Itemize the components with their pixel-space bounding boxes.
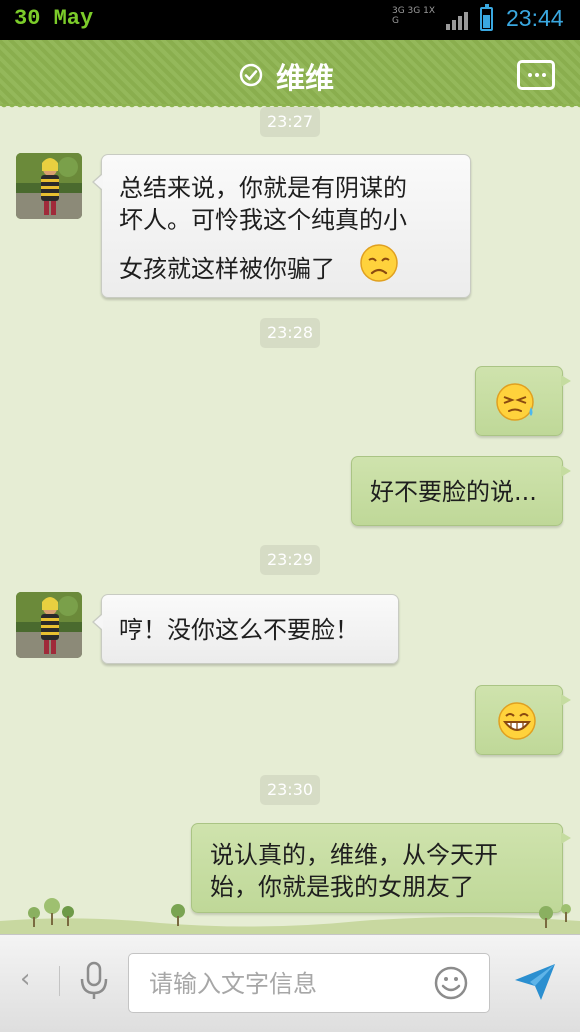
grin-face-emoji (498, 702, 536, 740)
send-icon[interactable] (513, 960, 557, 1004)
network-indicator: 3G 3G 1X G (392, 6, 436, 26)
message-text: 好不要脸的说... (370, 478, 537, 506)
message-line: 说认真的，维维，从今天开 (210, 841, 498, 869)
smiley-icon[interactable] (434, 966, 468, 1000)
timestamp: 23:30 (260, 775, 320, 805)
decorative-scenery (0, 898, 580, 935)
outgoing-message[interactable]: 好不要脸的说... (351, 456, 571, 526)
battery-icon (480, 4, 493, 31)
contact-avatar[interactable] (16, 153, 82, 219)
message-line: 坏人。可怜我这个纯真的小 (119, 206, 407, 234)
timestamp: 23:29 (260, 545, 320, 575)
microphone-icon[interactable] (79, 961, 109, 1001)
sweat-face-emoji (496, 383, 534, 421)
timestamp: 23:27 (260, 107, 320, 137)
incoming-message[interactable]: 哼！没你这么不要脸！ (92, 594, 399, 664)
battery-level (483, 15, 490, 28)
more-icon[interactable] (517, 60, 555, 90)
outgoing-message[interactable] (475, 685, 571, 755)
check-circle-icon (239, 63, 263, 87)
chevron-left-icon[interactable]: ‹ (20, 964, 30, 994)
status-date: 30 May (14, 6, 94, 31)
timestamp: 23:28 (260, 318, 320, 348)
outgoing-message[interactable] (475, 366, 571, 436)
message-line: 总结来说，你就是有阴谋的 (119, 174, 407, 202)
divider (59, 966, 60, 996)
message-text: 哼！没你这么不要脸！ (119, 616, 359, 644)
status-time: 23:44 (506, 5, 564, 31)
message-line: 女孩就这样被你骗了 (119, 255, 335, 283)
status-bar: 30 May 3G 3G 1X G 23:44 (0, 0, 580, 40)
chat-title[interactable]: 维维 (276, 55, 334, 97)
sad-face-emoji (360, 244, 398, 282)
signal-icon (446, 12, 468, 30)
message-input[interactable] (147, 966, 421, 1002)
incoming-message[interactable]: 总结来说，你就是有阴谋的 坏人。可怜我这个纯真的小 女孩就这样被你骗了 (92, 154, 471, 298)
contact-avatar[interactable] (16, 592, 82, 658)
